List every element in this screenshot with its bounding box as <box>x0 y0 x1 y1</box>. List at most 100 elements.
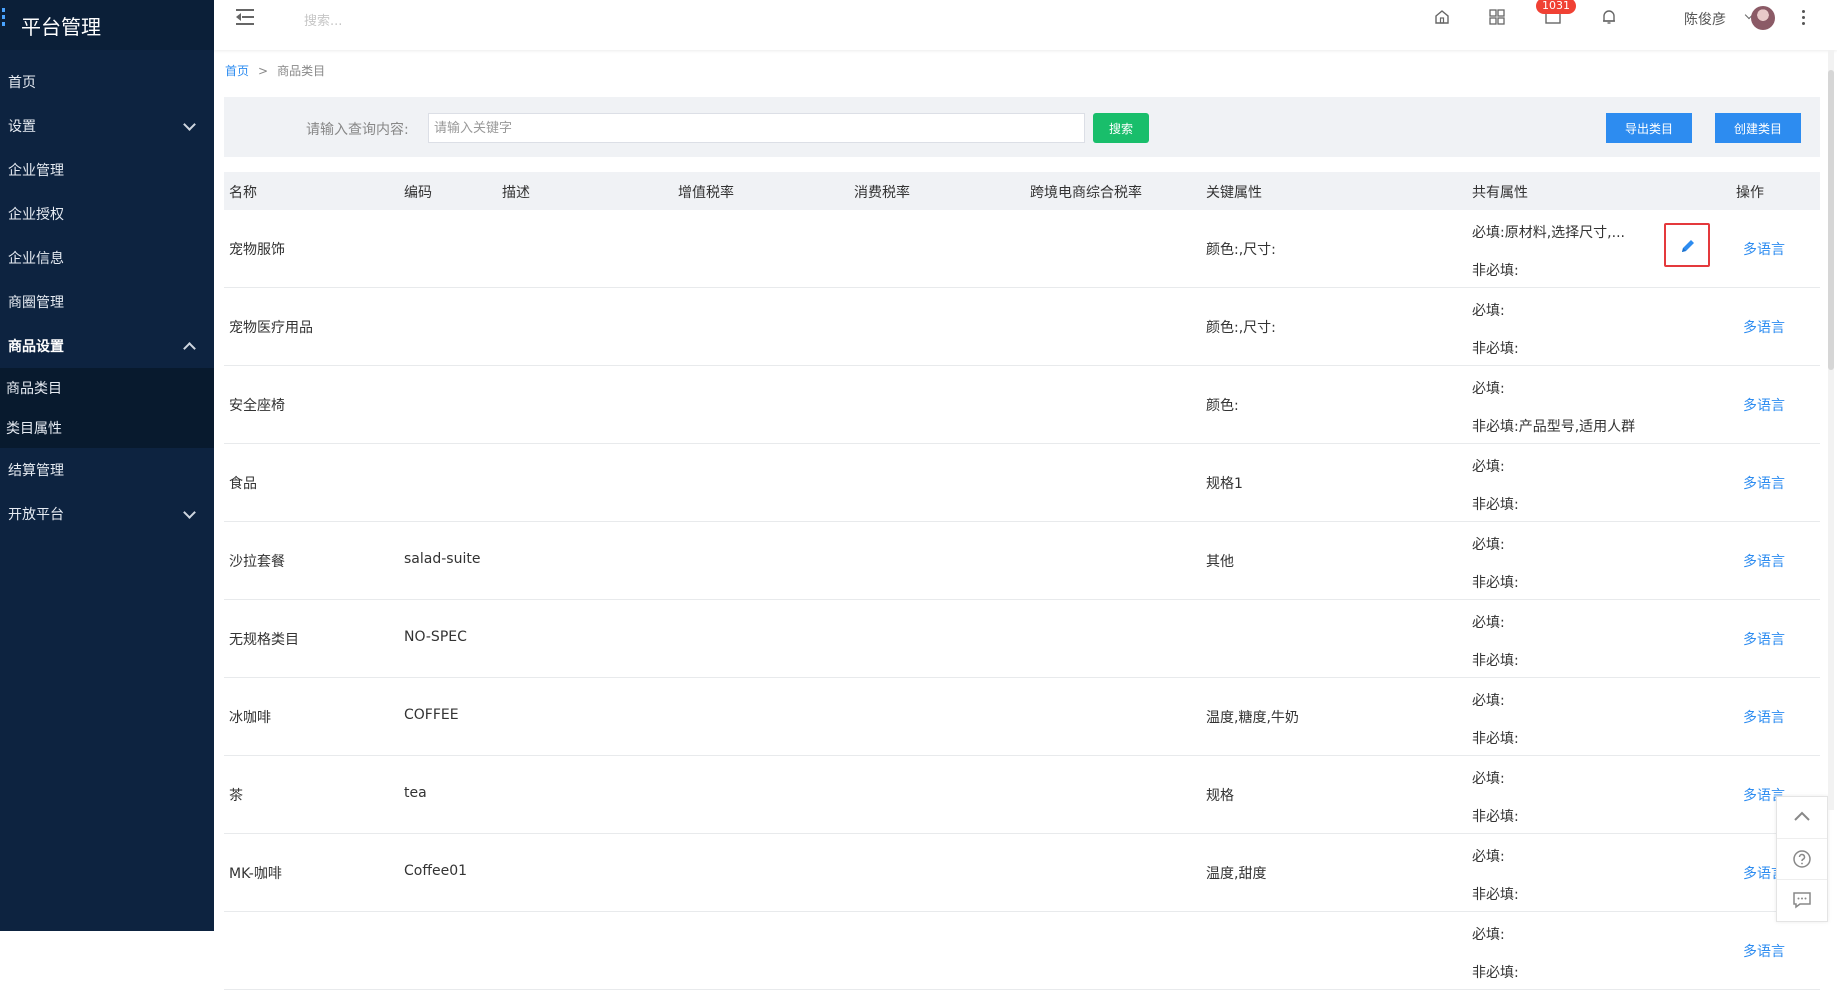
table-row: 必填: 非必填: 多语言 <box>224 912 1820 990</box>
sidebar-item-business-district[interactable]: 商圈管理 <box>0 280 214 324</box>
multi-language-link[interactable]: 多语言 <box>1743 707 1785 727</box>
optional-attributes: 非必填: <box>1472 497 1519 513</box>
key-attributes: 温度,甜度 <box>1206 866 1267 882</box>
sidebar-item-product-category[interactable]: 商品类目 <box>0 368 214 408</box>
sidebar-item-label: 设置 <box>8 119 36 135</box>
required-attributes: 必填: <box>1472 381 1505 397</box>
category-name: 宠物医疗用品 <box>229 320 313 336</box>
category-name: 茶 <box>229 788 243 804</box>
table-row: 茶 tea 规格 必填: 非必填: 多语言 <box>224 756 1820 834</box>
category-code: tea <box>404 785 427 801</box>
breadcrumb-home[interactable]: 首页 <box>225 64 249 78</box>
sidebar-item-settings[interactable]: 设置 <box>0 104 214 148</box>
edit-button[interactable] <box>1664 223 1710 267</box>
key-attributes: 颜色:,尺寸: <box>1206 320 1276 336</box>
column-header-vat-rate: 增值税率 <box>678 185 734 201</box>
sidebar-item-label: 结算管理 <box>8 463 64 479</box>
bell-icon[interactable] <box>1600 8 1618 26</box>
sidebar-item-product-settings[interactable]: 商品设置 <box>0 324 214 368</box>
required-attributes: 必填:原材料,选择尺寸,... <box>1472 225 1625 241</box>
required-attributes: 必填: <box>1472 615 1505 631</box>
table-row: 宠物服饰 颜色:,尺寸: 必填:原材料,选择尺寸,... 非必填: 多语言 <box>224 210 1820 288</box>
apps-grid-icon[interactable] <box>1488 8 1506 26</box>
sidebar-item-settlement[interactable]: 结算管理 <box>0 448 214 492</box>
sidebar-item-enterprise-management[interactable]: 企业管理 <box>0 148 214 192</box>
category-code: salad-suite <box>404 551 481 567</box>
required-attributes: 必填: <box>1472 771 1505 787</box>
key-attributes: 颜色:,尺寸: <box>1206 242 1276 258</box>
required-attributes: 必填: <box>1472 459 1505 475</box>
category-name: 安全座椅 <box>229 398 285 414</box>
category-code: Coffee01 <box>404 863 468 879</box>
filter-bar: 请输入查询内容: 搜索 导出类目 创建类目 <box>224 97 1820 157</box>
category-name: 冰咖啡 <box>229 710 271 726</box>
breadcrumb: 首页 > 商品类目 <box>225 62 325 79</box>
table-row: 无规格类目 NO-SPEC 必填: 非必填: 多语言 <box>224 600 1820 678</box>
top-search-input[interactable]: 搜索... <box>304 10 342 29</box>
sidebar-item-label: 商品类目 <box>6 381 62 397</box>
back-to-top-button[interactable] <box>1777 797 1827 837</box>
chat-icon <box>1793 892 1811 909</box>
category-name: 宠物服饰 <box>229 242 285 258</box>
column-header-consumption-tax: 消费税率 <box>854 185 910 201</box>
brand: 平台管理 <box>0 0 214 50</box>
key-attributes: 其他 <box>1206 554 1234 570</box>
column-header-shared-attributes: 共有属性 <box>1472 185 1528 201</box>
column-header-actions: 操作 <box>1736 185 1764 201</box>
sidebar-item-category-attributes[interactable]: 类目属性 <box>0 408 214 448</box>
more-vertical-icon[interactable] <box>1802 10 1805 28</box>
table-header: 名称 编码 描述 增值税率 消费税率 跨境电商综合税率 关键属性 共有属性 操作 <box>224 172 1820 210</box>
multi-language-link[interactable]: 多语言 <box>1743 317 1785 337</box>
table-row: 安全座椅 颜色: 必填: 非必填:产品型号,适用人群 多语言 <box>224 366 1820 444</box>
menu-fold-icon[interactable] <box>236 9 256 25</box>
filter-label: 请输入查询内容: <box>306 122 409 138</box>
scrollbar-thumb[interactable] <box>1828 70 1834 370</box>
chevron-up-icon <box>1794 811 1810 821</box>
optional-attributes: 非必填:产品型号,适用人群 <box>1472 419 1636 435</box>
table-row: MK-咖啡 Coffee01 温度,甜度 必填: 非必填: 多语言 <box>224 834 1820 912</box>
table-row: 宠物医疗用品 颜色:,尺寸: 必填: 非必填: 多语言 <box>224 288 1820 366</box>
optional-attributes: 非必填: <box>1472 653 1519 669</box>
sidebar-item-enterprise-authorization[interactable]: 企业授权 <box>0 192 214 236</box>
multi-language-link[interactable]: 多语言 <box>1743 629 1785 649</box>
category-table: 名称 编码 描述 增值税率 消费税率 跨境电商综合税率 关键属性 共有属性 操作… <box>224 172 1820 990</box>
optional-attributes: 非必填: <box>1472 809 1519 825</box>
table-row: 冰咖啡 COFFEE 温度,糖度,牛奶 必填: 非必填: 多语言 <box>224 678 1820 756</box>
column-header-code: 编码 <box>404 185 432 201</box>
sidebar-item-label: 企业信息 <box>8 251 64 267</box>
floating-toolbar <box>1776 796 1828 922</box>
sidebar-item-open-platform[interactable]: 开放平台 <box>0 492 214 536</box>
create-category-button[interactable]: 创建类目 <box>1715 113 1801 143</box>
required-attributes: 必填: <box>1472 849 1505 865</box>
multi-language-link[interactable]: 多语言 <box>1743 395 1785 415</box>
multi-language-link[interactable]: 多语言 <box>1743 473 1785 493</box>
multi-language-link[interactable]: 多语言 <box>1743 239 1785 259</box>
search-button[interactable]: 搜索 <box>1093 113 1149 143</box>
sidebar-item-label: 开放平台 <box>8 507 64 523</box>
export-category-button[interactable]: 导出类目 <box>1606 113 1692 143</box>
sidebar-item-label: 首页 <box>8 75 36 91</box>
category-name: 无规格类目 <box>229 632 299 648</box>
optional-attributes: 非必填: <box>1472 887 1519 903</box>
sidebar-item-label: 商圈管理 <box>8 295 64 311</box>
avatar[interactable] <box>1751 6 1775 30</box>
optional-attributes: 非必填: <box>1472 341 1519 357</box>
optional-attributes: 非必填: <box>1472 263 1519 279</box>
page-scrollbar[interactable] <box>1828 50 1834 810</box>
feedback-button[interactable] <box>1777 879 1827 920</box>
breadcrumb-current: 商品类目 <box>277 64 326 78</box>
multi-language-link[interactable]: 多语言 <box>1743 551 1785 571</box>
sidebar-item-home[interactable]: 首页 <box>0 60 214 104</box>
multi-language-link[interactable]: 多语言 <box>1743 941 1785 961</box>
help-button[interactable] <box>1777 838 1827 879</box>
home-icon[interactable] <box>1433 8 1451 26</box>
required-attributes: 必填: <box>1472 927 1505 943</box>
help-circle-icon <box>1793 850 1811 868</box>
notification-badge: 1031 <box>1536 0 1576 14</box>
key-attributes: 颜色: <box>1206 398 1239 414</box>
chevron-up-icon <box>183 341 196 355</box>
keyword-search-input[interactable] <box>428 113 1085 143</box>
key-attributes: 温度,糖度,牛奶 <box>1206 710 1299 726</box>
sidebar-item-enterprise-info[interactable]: 企业信息 <box>0 236 214 280</box>
user-name[interactable]: 陈俊彦 <box>1684 9 1726 29</box>
